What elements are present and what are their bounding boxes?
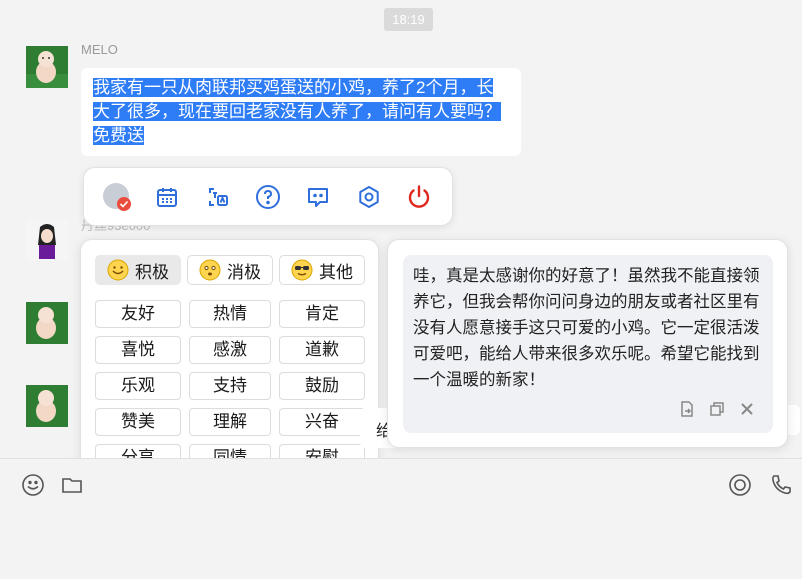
tab-label: 其他 — [319, 262, 353, 282]
message-text[interactable]: 我家有一只从肉联邦买鸡蛋送的小鸡，养了2个月，长大了很多，现在要回老家没有人养了… — [93, 78, 501, 145]
settings-icon[interactable] — [352, 180, 386, 214]
chat-icon[interactable] — [301, 180, 335, 214]
calendar-icon[interactable] — [150, 180, 184, 214]
worried-face-icon — [199, 259, 221, 281]
time-badge: 18:19 — [384, 8, 433, 31]
tab-label: 积极 — [135, 262, 169, 282]
emotion-chip[interactable]: 赞美 — [95, 408, 181, 436]
suggested-reply-text[interactable]: 哇，真是太感谢你的好意了！虽然我不能直接领养它，但我会帮你问问身边的朋友或者社区… — [413, 263, 763, 393]
suggested-reply-card: 哇，真是太感谢你的好意了！虽然我不能直接领养它，但我会帮你问问身边的朋友或者社区… — [387, 239, 788, 448]
insert-icon[interactable] — [677, 399, 697, 419]
message-action-toolbar — [83, 167, 453, 226]
emotion-chip[interactable]: 支持 — [189, 372, 271, 400]
tab-positive[interactable]: 积极 — [95, 255, 181, 285]
message-bubble[interactable]: 我家有一只从肉联邦买鸡蛋送的小鸡，养了2个月，长大了很多，现在要回老家没有人养了… — [81, 68, 521, 156]
sender-name: MELO — [81, 42, 118, 57]
emotion-chip[interactable]: 鼓励 — [279, 372, 365, 400]
copy-icon[interactable] — [707, 399, 727, 419]
emotion-chip[interactable]: 肯定 — [279, 300, 365, 328]
call-icon[interactable] — [768, 472, 794, 498]
emotion-chip[interactable]: 喜悦 — [95, 336, 181, 364]
composer-area[interactable] — [0, 459, 802, 579]
close-icon[interactable] — [737, 399, 757, 419]
tab-negative[interactable]: 消极 — [187, 255, 273, 285]
emotion-chip[interactable]: 理解 — [189, 408, 271, 436]
avatar[interactable] — [26, 302, 68, 344]
emotion-chip[interactable]: 友好 — [95, 300, 181, 328]
avatar[interactable] — [26, 385, 68, 427]
tab-label: 消极 — [227, 262, 261, 282]
avatar[interactable] — [26, 219, 68, 261]
help-icon[interactable] — [251, 180, 285, 214]
power-icon[interactable] — [402, 180, 436, 214]
emotion-chip[interactable]: 乐观 — [95, 372, 181, 400]
emoji-icon[interactable] — [20, 472, 46, 498]
emotion-chip[interactable]: 感激 — [189, 336, 271, 364]
cool-face-icon — [291, 259, 313, 281]
status-avatar-button[interactable] — [100, 180, 134, 214]
emotion-chip[interactable]: 道歉 — [279, 336, 365, 364]
folder-icon[interactable] — [59, 472, 85, 498]
happy-face-icon — [107, 259, 129, 281]
emotion-chip[interactable]: 兴奋 — [279, 408, 365, 436]
translate-icon[interactable] — [201, 180, 235, 214]
emotion-chip[interactable]: 热情 — [189, 300, 271, 328]
avatar[interactable] — [26, 46, 68, 88]
record-icon[interactable] — [727, 472, 753, 498]
tab-other[interactable]: 其他 — [279, 255, 365, 285]
